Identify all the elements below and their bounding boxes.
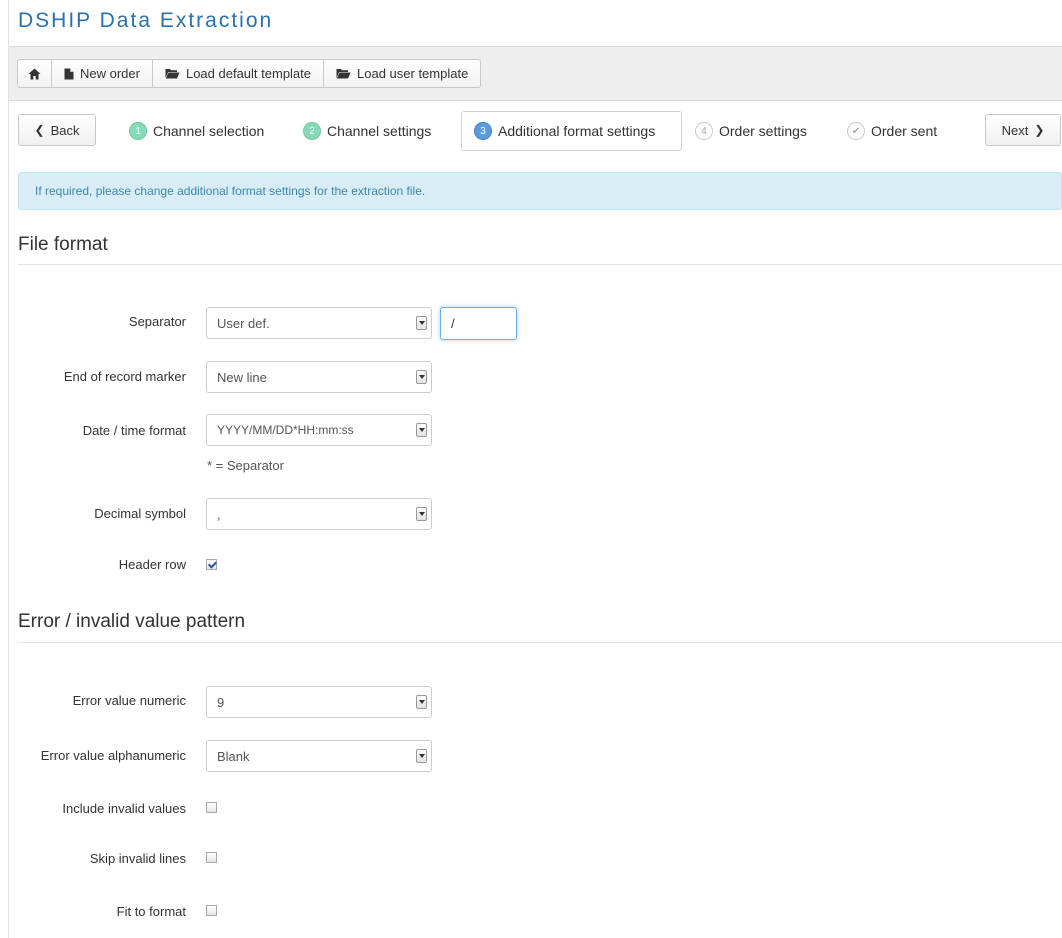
step-channel-settings[interactable]: 2 Channel settings [303,111,431,151]
separator-custom-input[interactable] [440,307,517,340]
chevron-down-icon [416,423,427,437]
error-value-numeric-select[interactable]: 9 [206,686,432,718]
next-label: Next [1001,122,1029,138]
step-label: Additional format settings [498,123,656,139]
end-of-record-value: New line [217,369,267,385]
chevron-down-icon [416,749,427,763]
chevron-down-icon [416,507,427,521]
step-number: 2 [303,122,321,140]
skip-invalid-lines-label: Skip invalid lines [89,851,186,866]
skip-invalid-lines-checkbox[interactable] [206,852,217,863]
chevron-down-icon [416,695,427,709]
date-time-format-value: YYYY/MM/DD*HH:mm:ss [217,423,354,437]
step-order-settings[interactable]: 4 Order settings [695,111,807,151]
load-default-template-button[interactable]: Load default template [152,59,325,88]
step-additional-format-settings[interactable]: 3 Additional format settings [461,111,682,151]
end-of-record-label: End of record marker [63,369,186,384]
app-title: DSHIP Data Extraction [18,9,274,32]
error-value-numeric-value: 9 [217,694,225,710]
date-time-format-select[interactable]: YYYY/MM/DD*HH:mm:ss [206,414,432,446]
date-time-format-label: Date / time format [82,423,186,438]
error-value-numeric-label: Error value numeric [72,693,186,708]
info-alert: If required, please change additional fo… [18,172,1062,210]
section-title-file-format: File format [18,234,108,255]
section-divider [18,264,1062,265]
back-label: Back [50,122,80,138]
step-label: Channel settings [327,123,432,139]
toolbar: New order Load default template Load use… [9,46,1062,101]
section-title-error-pattern: Error / invalid value pattern [18,611,246,632]
step-number: 4 [695,122,713,140]
end-of-record-select[interactable]: New line [206,361,432,393]
separator-label: Separator [128,314,186,329]
decimal-symbol-value: , [217,506,221,522]
step-number: 3 [474,122,492,140]
header-row-label: Header row [118,557,186,572]
include-invalid-values-label: Include invalid values [62,801,186,816]
file-icon [64,68,74,79]
separator-hint: * = Separator [207,458,284,473]
check-icon: ✔ [847,122,865,140]
section-divider [18,642,1062,643]
separator-select[interactable]: User def. [206,307,432,339]
decimal-symbol-label: Decimal symbol [94,506,186,521]
step-label: Order settings [719,123,807,139]
load-user-template-button[interactable]: Load user template [324,59,482,88]
fit-to-format-checkbox[interactable] [206,905,217,916]
step-label: Channel selection [153,123,265,139]
include-invalid-values-checkbox[interactable] [206,802,217,813]
chevron-right-icon: ❯ [1034,123,1045,137]
chevron-left-icon: ❮ [34,123,45,137]
folder-open-icon [165,69,180,79]
load-user-template-label: Load user template [357,66,469,81]
error-value-alphanumeric-label: Error value alphanumeric [40,748,186,763]
header-row-checkbox[interactable] [206,559,217,570]
step-label: Order sent [871,123,938,139]
step-channel-selection[interactable]: 1 Channel selection [129,111,264,151]
error-value-alphanumeric-select[interactable]: Blank [206,740,432,772]
step-number: 1 [129,122,147,140]
home-icon [28,68,41,79]
toolbar-button-group: New order Load default template Load use… [17,59,482,88]
step-order-sent[interactable]: ✔ Order sent [847,111,937,151]
decimal-symbol-select[interactable]: , [206,498,432,530]
fit-to-format-label: Fit to format [116,904,186,919]
wizard-bar: ❮ Back 1 Channel selection 2 Channel set… [9,100,1062,160]
chevron-down-icon [416,370,427,384]
new-order-label: New order [80,66,140,81]
next-button[interactable]: Next ❯ [985,114,1061,146]
load-default-template-label: Load default template [185,66,312,81]
error-value-alphanumeric-value: Blank [217,748,250,764]
separator-value: User def. [217,315,270,331]
new-order-button[interactable]: New order [52,59,153,88]
home-button[interactable] [17,59,52,88]
chevron-down-icon [416,316,427,330]
folder-open-icon [336,69,351,79]
back-button[interactable]: ❮ Back [18,114,96,146]
